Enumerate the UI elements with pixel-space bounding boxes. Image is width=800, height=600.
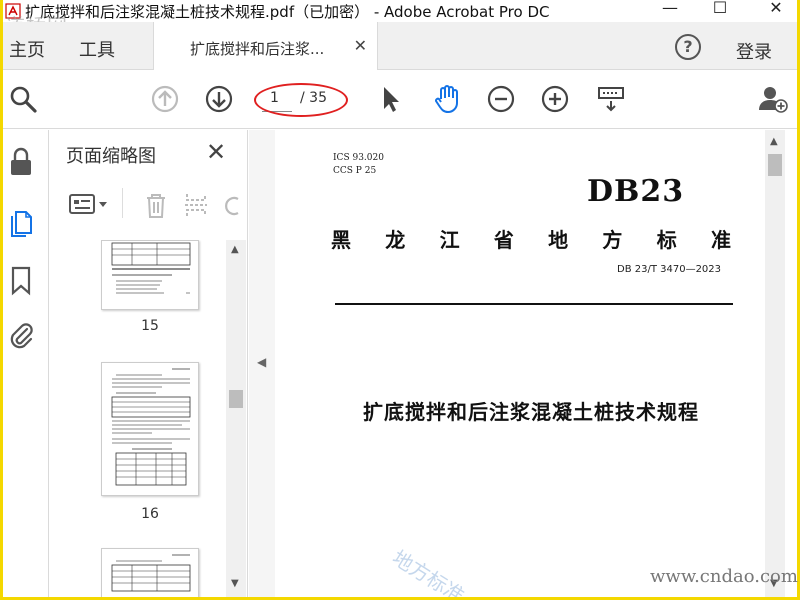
collapse-left-arrow-icon[interactable]: ◀	[257, 355, 266, 369]
maximize-button[interactable]: ☐	[705, 0, 735, 17]
help-button[interactable]: ?	[675, 34, 701, 60]
heading-char: 地	[548, 228, 569, 252]
scroll-mode-icon[interactable]	[595, 83, 627, 115]
panel-title: 页面缩略图	[66, 146, 156, 167]
title-bar: 扩底搅拌和后注浆混凝土桩技术规程.pdf（已加密） - Adobe Acroba…	[3, 0, 797, 22]
diagonal-watermark: 地方标准	[388, 545, 469, 597]
standard-number: DB 23/T 3470—2023	[617, 264, 722, 275]
heading-char: 方	[602, 228, 623, 252]
classification-codes: ICS 93.020 CCS P 25	[333, 152, 384, 178]
toolbar-divider	[122, 188, 123, 218]
select-arrow-icon[interactable]	[375, 83, 407, 115]
zoom-out-icon[interactable]	[485, 83, 517, 115]
thumbnail-page-number: 15	[141, 318, 159, 334]
scroll-down-arrow-icon[interactable]: ▼	[231, 578, 239, 589]
left-navigation-rail	[3, 130, 49, 597]
db-mark: DB23	[587, 174, 685, 209]
page-thumbnails-panel: 页面缩略图 ✕ 15 16 ▲ ▼	[50, 130, 248, 597]
page-thumbnails-icon[interactable]	[7, 206, 35, 238]
extract-page-icon[interactable]	[182, 190, 210, 220]
close-panel-button[interactable]: ✕	[206, 138, 226, 166]
ics-code: ICS 93.020	[333, 153, 384, 163]
heading-char: 标	[656, 228, 677, 252]
thumbnail-scrollbar[interactable]: ▲ ▼	[226, 240, 246, 597]
acrobat-window: 扩底搅拌和后注浆混凝土桩技术规程.pdf（已加密） - Adobe Acroba…	[3, 0, 797, 597]
page-thumbnail[interactable]	[101, 362, 199, 496]
rotate-page-icon[interactable]	[222, 190, 240, 220]
heading-char: 黑	[331, 228, 351, 252]
minimize-button[interactable]: —	[655, 0, 685, 17]
pdf-page: ICS 93.020 CCS P 25 DB23 黑 龙 江 省 地 方 标 准…	[275, 130, 763, 597]
document-scrollbar[interactable]: ▲ ▼	[765, 130, 785, 597]
scroll-up-arrow-icon[interactable]: ▲	[231, 244, 239, 255]
share-user-icon[interactable]	[757, 83, 789, 115]
heading-char: 江	[439, 228, 460, 252]
site-watermark-bottom: www.cndao.com	[650, 566, 798, 587]
document-scroll-thumb[interactable]	[768, 154, 782, 176]
page-thumbnail[interactable]	[101, 240, 199, 310]
lock-icon[interactable]	[7, 146, 35, 178]
page-thumbnail-preview	[111, 242, 191, 294]
red-annotation-oval	[254, 83, 348, 117]
ccs-code: CCS P 25	[333, 166, 377, 176]
page-thumbnail[interactable]	[101, 548, 199, 597]
thumbnail-options-icon[interactable]	[68, 190, 114, 220]
tab-tools[interactable]: 工具	[79, 36, 115, 62]
scroll-up-arrow-icon[interactable]: ▲	[770, 136, 778, 147]
thumbnail-list: 15 16	[50, 240, 226, 597]
bookmark-icon[interactable]	[7, 264, 35, 296]
close-tab-button[interactable]: ✕	[354, 36, 367, 55]
page-thumbnail-preview	[111, 554, 191, 592]
heading-char: 省	[493, 228, 514, 252]
tab-document-label: 扩底搅拌和后注浆...	[190, 40, 325, 58]
thumbnail-scroll-thumb[interactable]	[229, 390, 243, 408]
document-view[interactable]: ICS 93.020 CCS P 25 DB23 黑 龙 江 省 地 方 标 准…	[275, 130, 763, 597]
document-title: 扩底搅拌和后注浆混凝土桩技术规程	[363, 400, 699, 424]
tab-document[interactable]: 扩底搅拌和后注浆... ✕	[153, 22, 378, 70]
tab-bar: 主页 工具 扩底搅拌和后注浆... ✕ ? 登录	[3, 22, 797, 70]
thumbnail-page-number: 16	[141, 506, 159, 522]
close-window-button[interactable]: ✕	[761, 0, 791, 17]
header-rule	[335, 303, 733, 305]
heading-char: 准	[710, 228, 731, 252]
province-standard-heading: 黑 龙 江 省 地 方 标 准	[331, 224, 731, 253]
panel-collapse-handle[interactable]: ◀	[249, 130, 275, 597]
main-toolbar: 1 / 35	[3, 71, 797, 129]
next-page-icon[interactable]	[203, 83, 235, 115]
tab-home[interactable]: 主页	[9, 36, 45, 62]
page-thumbnail-preview	[111, 368, 191, 486]
delete-page-icon[interactable]	[142, 190, 170, 220]
window-title: 扩底搅拌和后注浆混凝土桩技术规程.pdf（已加密） - Adobe Acroba…	[25, 3, 550, 21]
heading-char: 龙	[385, 228, 406, 252]
prev-page-icon[interactable]	[149, 83, 181, 115]
attachment-icon[interactable]	[7, 320, 35, 352]
search-icon[interactable]	[7, 83, 39, 115]
login-button[interactable]: 登录	[736, 38, 772, 64]
hand-tool-icon[interactable]	[431, 83, 463, 115]
zoom-in-icon[interactable]	[539, 83, 571, 115]
